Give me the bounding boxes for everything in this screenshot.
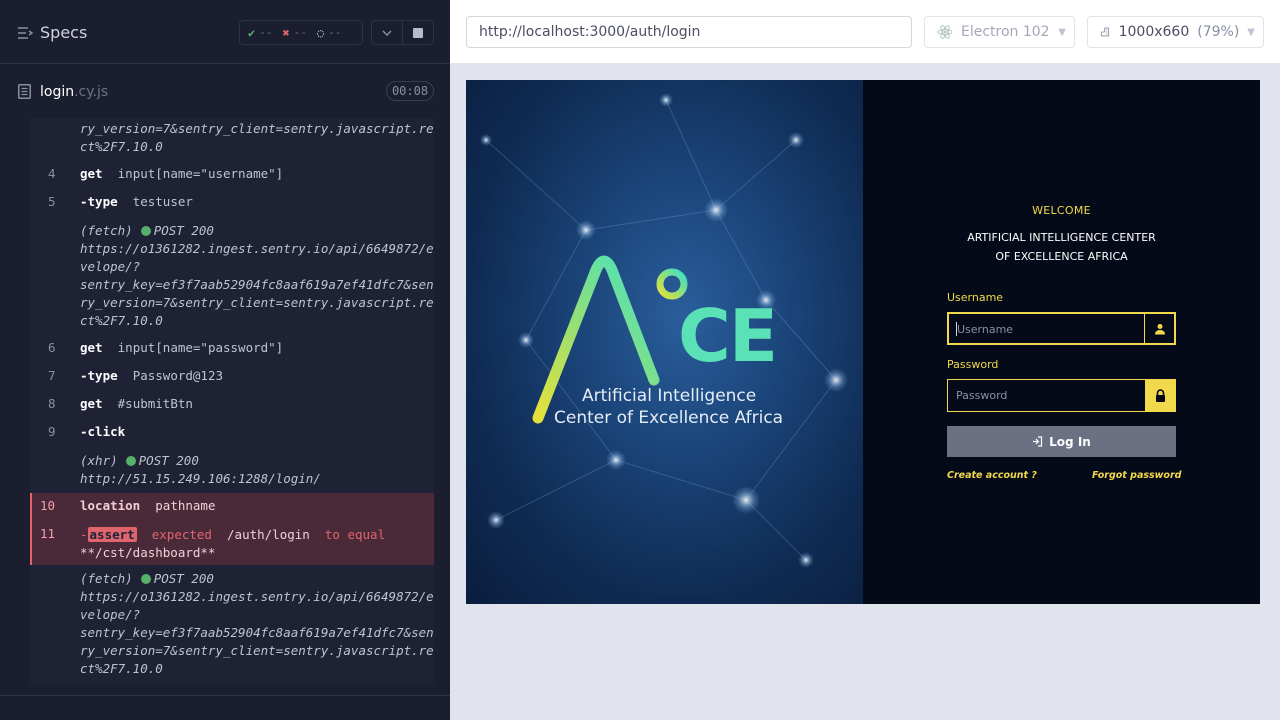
divider — [0, 695, 450, 696]
stop-button[interactable] — [402, 20, 434, 45]
hero-image: CE Artificial Intelligence Center of Exc… — [466, 80, 863, 604]
duration-badge: 00:08 — [386, 81, 434, 101]
logo-text: CE — [678, 294, 778, 378]
command-list: ry_version=7&sentry_client=sentry.javasc… — [30, 118, 434, 684]
electron-icon — [937, 25, 953, 39]
app-under-test: CE Artificial Intelligence Center of Exc… — [466, 80, 1260, 604]
specs-list-icon[interactable] — [17, 26, 33, 40]
login-form: WELCOME ARTIFICIAL INTELLIGENCE CENTER OF… — [863, 80, 1260, 604]
sign-in-icon — [1033, 436, 1043, 447]
org-name: ARTIFICIAL INTELLIGENCE CENTER OF EXCELLE… — [967, 231, 1156, 263]
assert-badge: assert — [87, 527, 137, 542]
logo-subtitle-1: Artificial Intelligence — [582, 386, 757, 406]
preview-toolbar: http://localhost:3000/auth/login Electro… — [450, 0, 1280, 64]
toggle-auto-scroll-button[interactable] — [371, 20, 403, 45]
specs-header: Specs ✔ -- ✖ -- ◌ -- — [0, 0, 450, 64]
check-icon: ✔ — [248, 25, 256, 40]
specs-title[interactable]: Specs — [40, 23, 87, 42]
ruler-icon — [1100, 27, 1110, 37]
url-bar[interactable]: http://localhost:3000/auth/login — [466, 16, 912, 48]
status-dot-icon — [125, 456, 136, 466]
x-icon: ✖ — [282, 25, 290, 40]
log-continuation: ry_version=7&sentry_client=sentry.javasc… — [80, 121, 434, 136]
document-icon — [18, 84, 31, 99]
failed-command-block[interactable]: 10 location pathname 11 - assert expected… — [30, 493, 434, 565]
pending-icon: ◌ — [316, 25, 325, 40]
spec-file-name[interactable]: login.cy.js — [40, 84, 108, 100]
browser-selector[interactable]: Electron 102 ▼ — [924, 16, 1075, 48]
lock-icon — [1145, 380, 1175, 411]
network-background — [480, 93, 848, 568]
passed-stat: ✔ -- — [248, 25, 273, 40]
viewport-selector[interactable]: 1000x660 (79%) ▼ — [1087, 16, 1264, 48]
chevron-down-icon: ▼ — [1058, 26, 1066, 38]
login-button[interactable]: Log In — [947, 426, 1176, 457]
stop-icon — [413, 27, 423, 38]
status-dot-icon — [140, 574, 151, 584]
username-label: Username — [947, 291, 1004, 304]
password-input[interactable]: Password — [947, 379, 1176, 412]
chevron-down-icon — [382, 29, 392, 36]
app-preview-panel: http://localhost:3000/auth/login Electro… — [450, 0, 1280, 720]
pending-stat: ◌ -- — [316, 25, 342, 40]
failed-stat: ✖ -- — [282, 25, 307, 40]
log-continuation: ct%2F7.10.0 — [80, 139, 163, 154]
forgot-password-link[interactable]: Forgot password — [1092, 470, 1181, 481]
test-stats: ✔ -- ✖ -- ◌ -- — [239, 20, 363, 45]
logo-subtitle-2: Center of Excellence Africa — [554, 408, 784, 428]
logo-dot — [656, 268, 688, 300]
spec-file-row: login.cy.js 00:08 — [0, 72, 450, 112]
username-input[interactable]: Username — [947, 312, 1176, 345]
chevron-down-icon: ▼ — [1247, 26, 1255, 38]
status-dot-icon — [140, 226, 151, 236]
user-icon — [1144, 314, 1174, 343]
password-label: Password — [947, 358, 999, 371]
command-log-panel: Specs ✔ -- ✖ -- ◌ -- login.cy.js 00:08 ry_v… — [0, 0, 450, 720]
welcome-heading: WELCOME — [1032, 204, 1091, 217]
create-account-link[interactable]: Create account ? — [947, 470, 1037, 481]
